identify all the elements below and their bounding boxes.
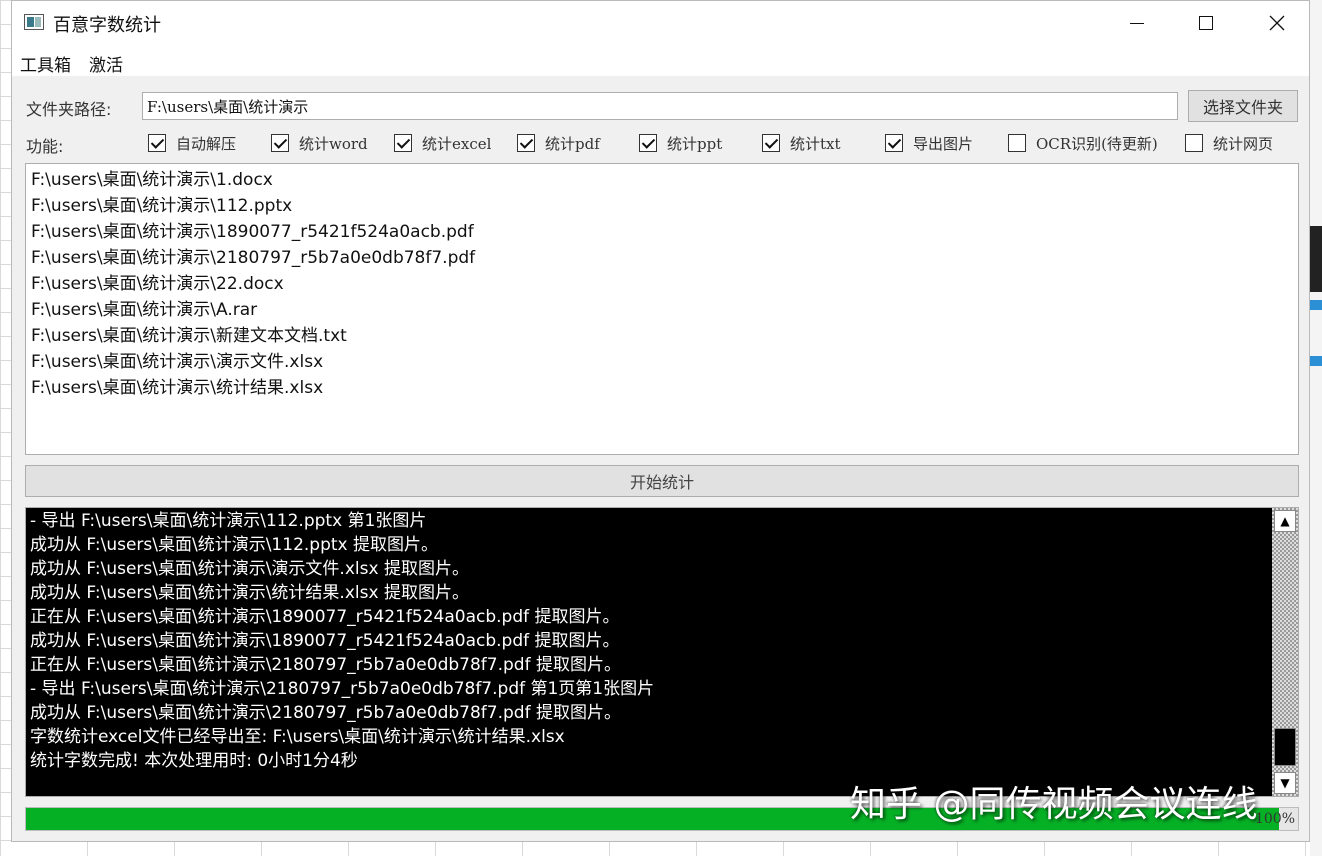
- file-list-item[interactable]: F:\users\桌面\统计演示\1.docx: [26, 167, 1298, 193]
- file-list-item[interactable]: F:\users\桌面\统计演示\A.rar: [26, 297, 1298, 323]
- scrollbar-thumb[interactable]: [1274, 728, 1296, 766]
- title-bar[interactable]: 百意字数统计: [12, 1, 1309, 45]
- file-list-item[interactable]: F:\users\桌面\统计演示\新建文本文档.txt: [26, 323, 1298, 349]
- checkbox-checked[interactable]: [885, 134, 903, 152]
- option-label: OCR识别(待更新): [1036, 134, 1158, 153]
- minimize-button[interactable]: [1101, 1, 1173, 45]
- file-list-item[interactable]: F:\users\桌面\统计演示\1890077_r5421f524a0acb.…: [26, 219, 1298, 245]
- log-line: 成功从 F:\users\桌面\统计演示\统计结果.xlsx 提取图片。: [30, 583, 469, 603]
- folder-path-label: 文件夹路径:: [26, 100, 112, 119]
- option-count-ppt[interactable]: 统计ppt: [639, 132, 722, 154]
- maximize-icon: [1199, 16, 1213, 30]
- option-count-txt[interactable]: 统计txt: [762, 132, 841, 154]
- file-list-item[interactable]: F:\users\桌面\统计演示\2180797_r5b7a0e0db78f7.…: [26, 245, 1298, 271]
- log-line: 成功从 F:\users\桌面\统计演示\1890077_r5421f524a0…: [30, 631, 620, 651]
- file-list-item[interactable]: F:\users\桌面\统计演示\统计结果.xlsx: [26, 375, 1298, 401]
- log-line: 正在从 F:\users\桌面\统计演示\1890077_r5421f524a0…: [30, 607, 620, 627]
- checkbox-checked[interactable]: [517, 134, 535, 152]
- log-line: 成功从 F:\users\桌面\统计演示\演示文件.xlsx 提取图片。: [30, 559, 469, 579]
- option-label: 统计网页: [1213, 134, 1274, 153]
- functions-label: 功能:: [26, 137, 64, 156]
- option-label: 统计word: [299, 134, 368, 153]
- app-icon: [24, 14, 44, 30]
- file-list-item[interactable]: F:\users\桌面\统计演示\112.pptx: [26, 193, 1298, 219]
- option-ocr[interactable]: OCR识别(待更新): [1008, 132, 1158, 154]
- option-label: 自动解压: [176, 134, 237, 153]
- menu-toolbox[interactable]: 工具箱: [20, 51, 71, 76]
- file-list[interactable]: F:\users\桌面\统计演示\1.docx F:\users\桌面\统计演示…: [25, 163, 1299, 455]
- option-label: 导出图片: [913, 134, 974, 153]
- log-line: 成功从 F:\users\桌面\统计演示\2180797_r5b7a0e0db7…: [30, 703, 621, 723]
- maximize-button[interactable]: [1170, 1, 1242, 45]
- close-button[interactable]: [1241, 1, 1313, 45]
- progress-text: 100%: [1254, 811, 1295, 827]
- log-line: 正在从 F:\users\桌面\统计演示\2180797_r5b7a0e0db7…: [30, 655, 621, 675]
- log-line: - 导出 F:\users\桌面\统计演示\2180797_r5b7a0e0db…: [30, 679, 655, 699]
- option-count-word[interactable]: 统计word: [271, 132, 368, 154]
- checkbox-checked[interactable]: [271, 134, 289, 152]
- option-export-images[interactable]: 导出图片: [885, 132, 973, 154]
- file-list-item[interactable]: F:\users\桌面\统计演示\演示文件.xlsx: [26, 349, 1298, 375]
- checkbox-checked[interactable]: [148, 134, 166, 152]
- scroll-up-arrow-icon[interactable]: ▲: [1274, 510, 1296, 532]
- option-auto-extract[interactable]: 自动解压: [148, 132, 236, 154]
- option-label: 统计txt: [790, 134, 841, 153]
- log-line: 统计字数完成! 本次处理用时: 0小时1分4秒: [30, 751, 358, 771]
- scroll-down-arrow-icon[interactable]: ▼: [1274, 772, 1296, 794]
- close-icon: [1269, 15, 1285, 31]
- start-count-button[interactable]: 开始统计: [25, 465, 1299, 497]
- log-scrollbar[interactable]: ▲ ▼: [1272, 508, 1298, 796]
- file-list-item[interactable]: F:\users\桌面\统计演示\22.docx: [26, 271, 1298, 297]
- option-label: 统计excel: [422, 134, 492, 153]
- minimize-icon: [1130, 22, 1144, 24]
- menu-activate[interactable]: 激活: [89, 51, 123, 76]
- background-edge-dark: [1310, 226, 1322, 292]
- log-line: 字数统计excel文件已经导出至: F:\users\桌面\统计演示\统计结果.…: [30, 727, 565, 747]
- option-count-excel[interactable]: 统计excel: [394, 132, 491, 154]
- log-output[interactable]: - 导出 F:\users\桌面\统计演示\112.pptx 第1张图片 成功从…: [25, 507, 1299, 797]
- option-count-pdf[interactable]: 统计pdf: [517, 132, 600, 154]
- checkbox-unchecked[interactable]: [1008, 134, 1026, 152]
- window-title: 百意字数统计: [53, 15, 161, 36]
- option-label: 统计pdf: [545, 134, 600, 153]
- checkbox-checked[interactable]: [639, 134, 657, 152]
- menu-bar: 工具箱 激活: [12, 45, 1309, 76]
- choose-folder-button[interactable]: 选择文件夹: [1188, 90, 1298, 122]
- background-edge: [1310, 0, 1322, 856]
- app-window: 百意字数统计 工具箱 激活 文件夹路径: 选择文件夹 功能: 自动解压 统计wo…: [11, 0, 1310, 842]
- checkbox-checked[interactable]: [762, 134, 780, 152]
- log-lines: - 导出 F:\users\桌面\统计演示\112.pptx 第1张图片 成功从…: [26, 509, 654, 773]
- watermark: 知乎 @同传视频会议连线: [850, 784, 1258, 825]
- option-label: 统计ppt: [667, 134, 723, 153]
- folder-path-input[interactable]: [142, 92, 1178, 120]
- option-count-webpage[interactable]: 统计网页: [1185, 132, 1273, 154]
- checkbox-checked[interactable]: [394, 134, 412, 152]
- log-line: - 导出 F:\users\桌面\统计演示\112.pptx 第1张图片: [30, 511, 427, 531]
- background-edge-accent: [1310, 356, 1322, 366]
- background-edge-accent: [1310, 300, 1322, 310]
- log-line: 成功从 F:\users\桌面\统计演示\112.pptx 提取图片。: [30, 535, 438, 555]
- checkbox-unchecked[interactable]: [1185, 134, 1203, 152]
